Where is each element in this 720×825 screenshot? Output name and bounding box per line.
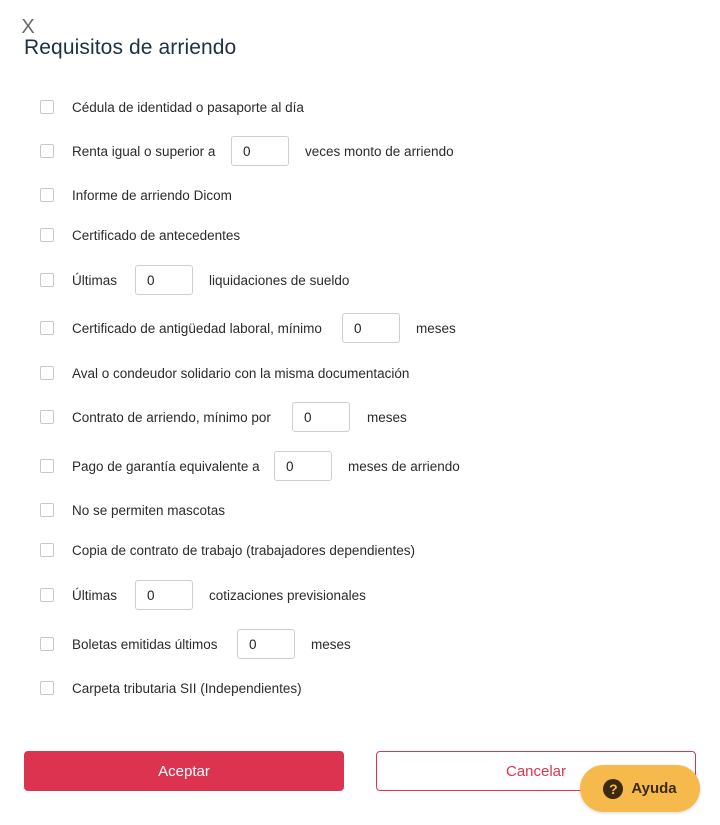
requirement-row: Carpeta tributaria SII (Independientes) — [0, 676, 720, 700]
requirement-checkbox[interactable] — [40, 543, 54, 557]
requirement-label: Renta igual o superior a — [72, 143, 216, 159]
requirement-label: Cédula de identidad o pasaporte al día — [72, 99, 304, 115]
close-button[interactable]: X — [19, 16, 37, 38]
requirement-suffix: meses — [416, 320, 456, 336]
requirement-row: Certificado de antigüedad laboral, mínim… — [0, 313, 720, 343]
requirement-label: Contrato de arriendo, mínimo por — [72, 409, 271, 425]
question-icon: ? — [603, 778, 624, 799]
requirement-checkbox[interactable] — [40, 681, 54, 695]
requirement-row: Últimas cotizaciones previsionales — [0, 580, 720, 610]
requirement-label: Informe de arriendo Dicom — [72, 187, 232, 203]
requirement-row: No se permiten mascotas — [0, 498, 720, 522]
requirement-row: Cédula de identidad o pasaporte al día — [0, 95, 720, 119]
requirement-row: Certificado de antecedentes — [0, 223, 720, 247]
requirement-label: Últimas — [72, 587, 118, 603]
requirement-label: Certificado de antigüedad laboral, mínim… — [72, 320, 322, 336]
requirement-suffix: liquidaciones de sueldo — [209, 272, 350, 288]
accept-button[interactable]: Aceptar — [24, 751, 344, 791]
liquidaciones-count-input[interactable] — [135, 265, 193, 295]
requirement-row: Pago de garantía equivalente a meses de … — [0, 451, 720, 481]
requirement-suffix: meses de arriendo — [348, 458, 460, 474]
requirement-row: Informe de arriendo Dicom — [0, 183, 720, 207]
requirement-suffix: meses — [367, 409, 407, 425]
requirement-checkbox[interactable] — [40, 366, 54, 380]
requirement-checkbox[interactable] — [40, 228, 54, 242]
requirement-label: Aval o condeudor solidario con la misma … — [72, 365, 410, 381]
requirement-checkbox[interactable] — [40, 273, 54, 287]
requirement-row: Renta igual o superior a veces monto de … — [0, 136, 720, 166]
requirement-checkbox[interactable] — [40, 503, 54, 517]
requirement-checkbox[interactable] — [40, 321, 54, 335]
help-button[interactable]: ? Ayuda — [580, 765, 700, 812]
requirement-label: Carpeta tributaria SII (Independientes) — [72, 680, 302, 696]
requirement-checkbox[interactable] — [40, 637, 54, 651]
requirement-label: Pago de garantía equivalente a — [72, 458, 260, 474]
cotizaciones-count-input[interactable] — [135, 580, 193, 610]
requirement-label: Copia de contrato de trabajo (trabajador… — [72, 542, 415, 558]
requirement-label: No se permiten mascotas — [72, 502, 226, 518]
garantia-months-input[interactable] — [274, 451, 332, 481]
requirement-checkbox[interactable] — [40, 100, 54, 114]
requirement-row: Boletas emitidas últimos meses — [0, 629, 720, 659]
requirement-row: Copia de contrato de trabajo (trabajador… — [0, 538, 720, 562]
boletas-months-input[interactable] — [237, 629, 295, 659]
requirement-checkbox[interactable] — [40, 144, 54, 158]
requirement-suffix: meses — [311, 636, 351, 652]
requirement-checkbox[interactable] — [40, 410, 54, 424]
close-icon: X — [21, 16, 35, 38]
requirement-row: Contrato de arriendo, mínimo por meses — [0, 402, 720, 432]
dialog-title: Requisitos de arriendo — [24, 36, 237, 59]
requirement-checkbox[interactable] — [40, 188, 54, 202]
requirement-label: Últimas — [72, 272, 118, 288]
requirement-row: Últimas liquidaciones de sueldo — [0, 265, 720, 295]
requirement-row: Aval o condeudor solidario con la misma … — [0, 361, 720, 385]
help-label: Ayuda — [631, 780, 677, 797]
requirement-suffix: veces monto de arriendo — [305, 143, 454, 159]
antiguedad-months-input[interactable] — [342, 313, 400, 343]
requirement-checkbox[interactable] — [40, 588, 54, 602]
requirement-label: Boletas emitidas últimos — [72, 636, 218, 652]
requirement-suffix: cotizaciones previsionales — [209, 587, 366, 603]
contrato-months-input[interactable] — [292, 402, 350, 432]
renta-multiplier-input[interactable] — [231, 136, 289, 166]
requirement-checkbox[interactable] — [40, 459, 54, 473]
requirement-label: Certificado de antecedentes — [72, 227, 241, 243]
